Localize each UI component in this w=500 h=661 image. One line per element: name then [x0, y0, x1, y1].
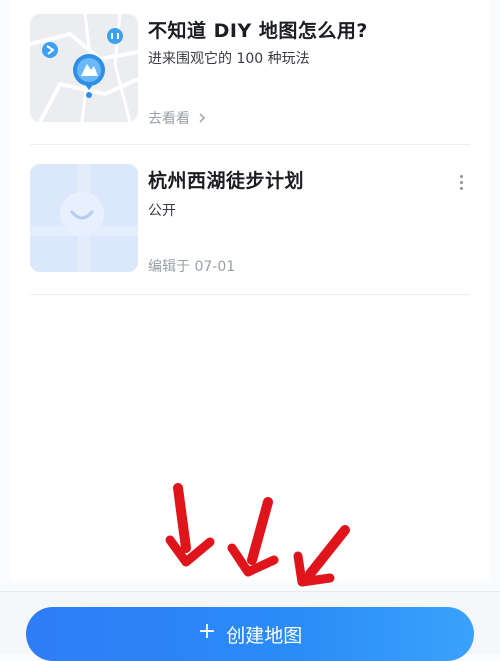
go-see-label: 去看看 [148, 111, 190, 127]
map-subtitle: 进来围观它的 100 种玩法 [148, 51, 310, 67]
chevron-right-icon [199, 113, 206, 123]
divider [30, 144, 470, 145]
map-list-card: 不知道 DIY 地图怎么用? 进来围观它的 100 种玩法 去看看 杭州西湖徒步… [10, 0, 490, 580]
map-thumbnail [30, 164, 138, 272]
divider [30, 294, 470, 295]
map-visibility: 公开 [148, 203, 176, 219]
smile-location-icon [30, 164, 138, 272]
list-item-diy-guide[interactable]: 不知道 DIY 地图怎么用? 进来围观它的 100 种玩法 去看看 [30, 14, 470, 128]
go-see-link[interactable]: 去看看 [148, 108, 208, 128]
map-title: 不知道 DIY 地图怎么用? [148, 20, 368, 42]
guide-thumbnail [30, 14, 138, 122]
map-pins-icon [30, 14, 138, 122]
create-map-label: 创建地图 [226, 625, 303, 647]
map-title: 杭州西湖徒步计划 [148, 170, 305, 192]
plus-icon: + [197, 619, 217, 644]
more-vertical-icon[interactable] [452, 170, 470, 194]
list-item-hangzhou-plan[interactable]: 杭州西湖徒步计划 公开 编辑于 07-01 [30, 164, 470, 276]
edit-date: 编辑于 07-01 [148, 259, 236, 275]
